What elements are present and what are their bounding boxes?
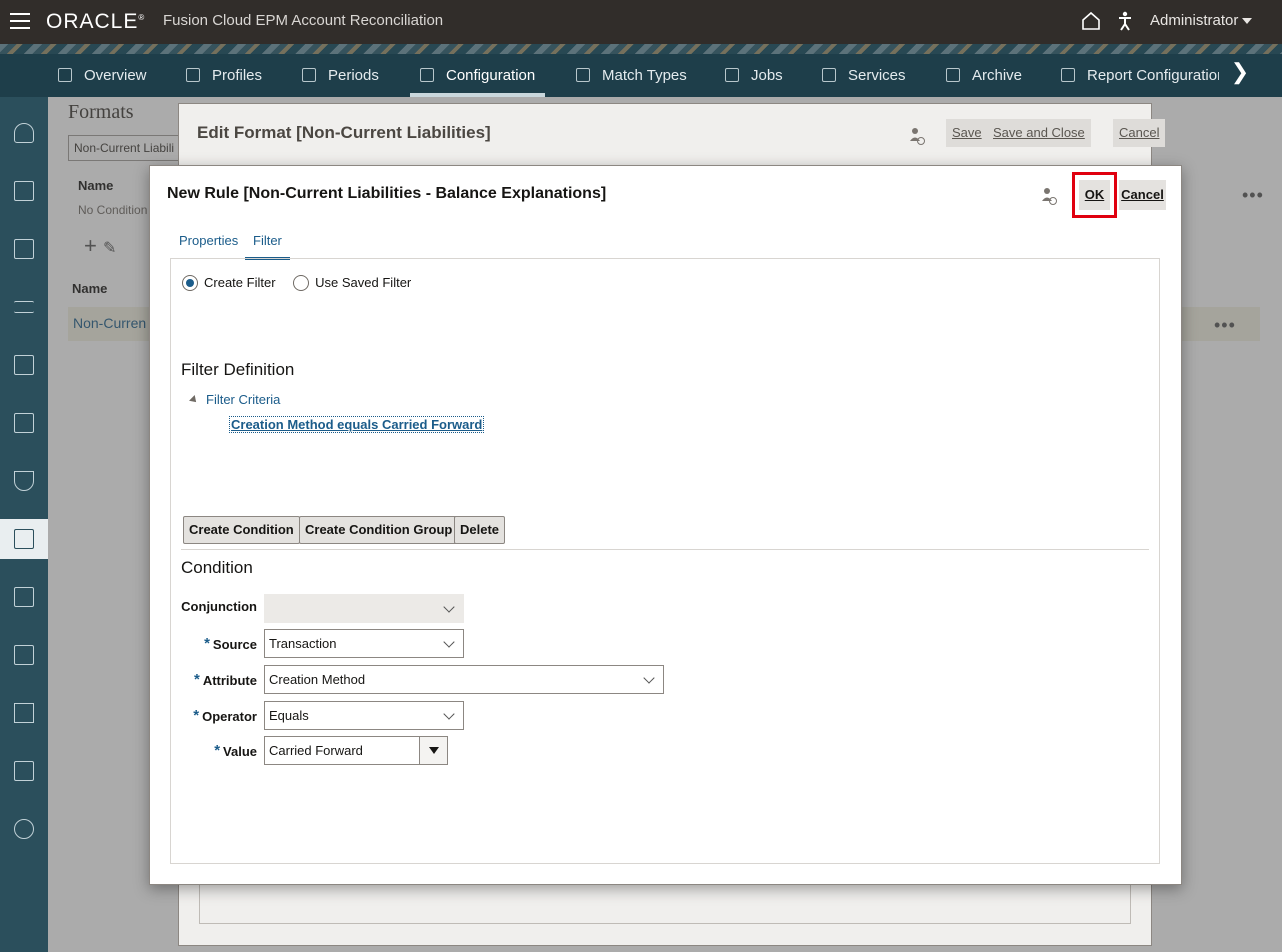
- tab-overview[interactable]: Overview: [58, 61, 147, 97]
- accessibility-icon[interactable]: [1117, 11, 1133, 31]
- tab-configuration[interactable]: Configuration: [410, 61, 546, 97]
- filter-definition-heading: Filter Definition: [181, 360, 295, 379]
- dropdown-button-icon[interactable]: [419, 737, 447, 764]
- dialog-title: New Rule [Non-Current Liabilities - Bala…: [167, 185, 607, 202]
- attribute-select[interactable]: Creation Method: [264, 665, 664, 694]
- tab-periods[interactable]: Periods: [302, 61, 379, 97]
- profiles-icon: [186, 68, 200, 82]
- navigation-bar: Overview Profiles Periods Configuration …: [0, 44, 1282, 97]
- chevron-down-icon: [443, 636, 455, 648]
- gear-icon[interactable]: [0, 809, 48, 849]
- value-combobox[interactable]: Carried Forward: [264, 736, 448, 765]
- services-icon: [822, 68, 836, 82]
- overview-icon: [58, 68, 72, 82]
- chevron-down-icon: [643, 672, 655, 684]
- reports-settings-icon[interactable]: [0, 229, 48, 269]
- filter-icon[interactable]: [0, 461, 48, 501]
- tab-properties[interactable]: Properties: [171, 230, 246, 257]
- operator-label: * Operator: [193, 707, 257, 724]
- banner-pattern: [0, 44, 1282, 54]
- formats-icon[interactable]: [0, 519, 48, 559]
- filter-mode-radios: Create Filter Use Saved Filter: [182, 275, 425, 291]
- filter-panel: Create Filter Use Saved Filter Filter De…: [170, 258, 1160, 864]
- create-filter-label[interactable]: Create Filter: [204, 275, 276, 290]
- archive-icon: [946, 68, 960, 82]
- value-label: * Value: [214, 742, 257, 759]
- top-header: ORACLE® Fusion Cloud EPM Account Reconci…: [0, 0, 1282, 44]
- collapse-icon[interactable]: [189, 395, 199, 405]
- conjunction-label: Conjunction: [181, 599, 257, 614]
- jobs-icon: [725, 68, 739, 82]
- periods-icon: [302, 68, 316, 82]
- condition-heading: Condition: [181, 558, 253, 577]
- tab-jobs[interactable]: Jobs: [725, 61, 783, 97]
- hierarchy-icon[interactable]: [0, 693, 48, 733]
- tab-services[interactable]: Services: [822, 61, 906, 97]
- dialog-title: Edit Format [Non-Current Liabilities]: [197, 123, 491, 142]
- cancel-button[interactable]: Cancel: [1113, 119, 1166, 147]
- operator-select[interactable]: Equals: [264, 701, 464, 730]
- home-icon[interactable]: [1081, 11, 1101, 31]
- chevron-down-icon: [443, 708, 455, 720]
- clipboard-icon[interactable]: [0, 403, 48, 443]
- report-view-icon[interactable]: [0, 577, 48, 617]
- conjunction-select[interactable]: [264, 594, 464, 623]
- create-filter-radio[interactable]: [182, 275, 198, 291]
- save-and-close-button[interactable]: Save and Close: [987, 119, 1091, 147]
- tab-report-configuration[interactable]: Report Configuratior: [1061, 61, 1219, 97]
- help-icon[interactable]: [909, 126, 925, 146]
- source-select[interactable]: Transaction: [264, 629, 464, 658]
- chevron-down-icon[interactable]: [1242, 18, 1252, 24]
- calculator-icon[interactable]: [0, 635, 48, 675]
- cancel-button[interactable]: Cancel: [1119, 180, 1166, 210]
- new-rule-dialog: New Rule [Non-Current Liabilities - Bala…: [149, 165, 1182, 885]
- configuration-icon: [420, 68, 434, 82]
- tab-archive[interactable]: Archive: [946, 61, 1022, 97]
- chevron-down-icon: [443, 601, 455, 613]
- chevron-right-icon[interactable]: ❯: [1226, 58, 1254, 86]
- ok-button[interactable]: OK: [1079, 180, 1110, 210]
- transfer-icon[interactable]: [0, 287, 48, 327]
- tab-match-types[interactable]: Match Types: [576, 61, 687, 97]
- source-label: * Source: [204, 635, 257, 652]
- save-button[interactable]: Save: [946, 119, 988, 147]
- match-types-icon: [576, 68, 590, 82]
- tab-profiles[interactable]: Profiles: [186, 61, 262, 97]
- reconciliations-icon[interactable]: [0, 171, 48, 211]
- use-saved-filter-radio[interactable]: [293, 275, 310, 291]
- criteria-item[interactable]: Creation Method equals Carried Forward: [228, 416, 485, 433]
- delete-button[interactable]: Delete: [454, 516, 506, 544]
- document-settings-icon[interactable]: [0, 345, 48, 385]
- calendar-icon[interactable]: [0, 751, 48, 791]
- filter-criteria-node[interactable]: Filter Criteria: [206, 392, 280, 407]
- create-condition-button[interactable]: Create Condition: [183, 516, 300, 544]
- report-configuration-icon: [1061, 68, 1075, 82]
- menu-icon[interactable]: [10, 13, 30, 29]
- attribute-label: * Attribute: [193, 671, 257, 688]
- app-title: Fusion Cloud EPM Account Reconciliation: [163, 12, 444, 29]
- help-icon[interactable]: [1041, 186, 1057, 206]
- user-menu[interactable]: Administrator: [1150, 12, 1238, 29]
- notifications-icon[interactable]: [0, 113, 48, 153]
- use-saved-filter-label[interactable]: Use Saved Filter: [315, 275, 411, 290]
- tab-filter[interactable]: Filter: [245, 230, 290, 260]
- side-rail: [0, 97, 48, 952]
- oracle-logo: ORACLE®: [46, 10, 146, 33]
- divider: [181, 549, 1149, 550]
- create-condition-group-button[interactable]: Create Condition Group: [299, 516, 459, 544]
